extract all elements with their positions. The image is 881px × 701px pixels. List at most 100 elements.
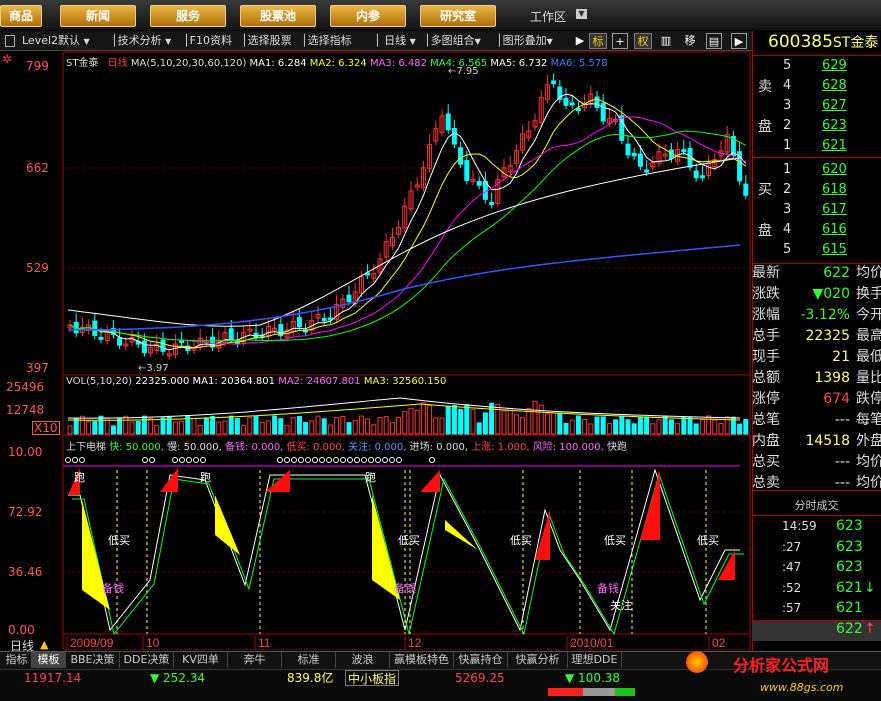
quote-label-2: 均价 (856, 454, 881, 470)
sell-price[interactable]: 623 (822, 117, 847, 135)
signal-money-label: 备钱 (394, 582, 416, 595)
volume-bar (247, 417, 253, 435)
sell-label: 卖 (758, 79, 772, 95)
candle-body (179, 340, 185, 344)
indicator-line (68, 468, 740, 632)
buy-label: 盘 (758, 223, 772, 239)
signal-marker (186, 457, 192, 463)
buy-price[interactable]: 617 (822, 201, 847, 219)
watermark-title: 分析家公式网 (733, 656, 830, 675)
indicator-tab[interactable]: BBE决策 (66, 652, 120, 668)
signal-money-label: 备钱 (102, 582, 124, 595)
volume-bar (92, 421, 98, 435)
volume-bar (420, 402, 426, 435)
signal-marker (312, 457, 318, 463)
sell-level-num: 3 (783, 98, 792, 113)
signal-zone-yellow (445, 520, 478, 550)
sell-price[interactable]: 627 (822, 97, 847, 115)
quote-value: 21 (832, 349, 850, 365)
tick-price: 623 (836, 559, 863, 575)
logo-flower-icon (686, 651, 708, 673)
quote-label-2: 跌停 (856, 391, 881, 407)
volume-bar (575, 415, 581, 435)
indicator-tab[interactable]: 赢模板特色 (390, 652, 454, 668)
volume-bar (334, 417, 340, 435)
signal-buy-label: 低买 (510, 534, 532, 547)
ma-params: MA(5,10,20,30,60,120) (130, 58, 247, 69)
sell-price[interactable]: 629 (822, 57, 847, 75)
ind-kp: 快跑 (607, 442, 628, 453)
volume-bar (563, 422, 569, 435)
volume-bar (712, 419, 718, 435)
vol-ma2: MA2: 24607.801 (278, 376, 361, 387)
ticks-title[interactable]: 分时成交 (752, 497, 881, 513)
volume-bar (284, 424, 290, 435)
tick-time: :47 (782, 560, 802, 574)
volume-bar (588, 423, 594, 435)
indicator-tab[interactable]: 标准 (282, 652, 336, 668)
indicator-tab[interactable]: 快赢分析 (508, 652, 568, 668)
quote-label-2: 今开 (856, 307, 881, 323)
quote-value: -3.12% (800, 307, 850, 323)
buy-price[interactable]: 620 (822, 161, 847, 179)
ma2-value: MA2: 6.324 (309, 58, 367, 69)
chart-stock-name: ST金泰 (66, 58, 99, 69)
quote-value: --- (834, 475, 850, 491)
buy-price[interactable]: 616 (822, 221, 847, 239)
indicator-tab[interactable]: 指标 (2, 652, 32, 668)
volume-bar (544, 413, 550, 435)
volume-bar (743, 418, 749, 435)
volume-bar (613, 419, 619, 435)
indicator-tab[interactable]: 波浪 (336, 652, 390, 668)
ind-sz: 上涨: 1.000, (471, 442, 530, 453)
signal-marker (142, 457, 148, 463)
ma-line (69, 130, 747, 342)
buy-price[interactable]: 618 (822, 181, 847, 199)
indicator-tab[interactable]: 理想DDE (568, 652, 622, 668)
volume-bar (433, 417, 439, 435)
signal-marker (326, 457, 332, 463)
sell-level-num: 2 (783, 118, 792, 133)
indicator-tab[interactable]: 奔牛 (228, 652, 282, 668)
volume-bar (222, 420, 228, 435)
board-index-name[interactable]: 中小板指 (345, 670, 400, 686)
quote-label: 涨跌 (752, 286, 780, 302)
indicator-tab[interactable]: 模板 (32, 652, 66, 668)
flat-ratio-bar (583, 688, 615, 696)
tick-price: 622 (836, 620, 863, 637)
signal-marker (200, 457, 206, 463)
divider (752, 157, 881, 158)
sell-price[interactable]: 621 (822, 137, 847, 155)
volume-bar (644, 416, 650, 435)
candle-body (228, 328, 234, 340)
indicator-tab[interactable]: DDE决策 (120, 652, 174, 668)
quote-label: 涨停 (752, 391, 780, 407)
quote-value: --- (834, 412, 850, 428)
date-axis-label: 11 (258, 636, 271, 650)
date-axis-label: 10 (146, 636, 160, 650)
sell-price[interactable]: 628 (822, 77, 847, 95)
volume-bar (625, 419, 631, 435)
volume-bar (551, 412, 557, 435)
signal-marker (429, 457, 435, 463)
volume-bar (148, 417, 154, 435)
buy-price[interactable]: 615 (822, 241, 847, 259)
signal-marker (340, 457, 346, 463)
volume-bar (458, 409, 464, 435)
volume-bar (526, 408, 532, 435)
volume-bar (309, 420, 315, 435)
kline-chart[interactable]: 2009/09 10 11 12 2010/01 02 (0, 0, 752, 650)
candle-body (141, 340, 147, 354)
vol-ma3: MA3: 32560.150 (363, 376, 447, 387)
quote-label-2: 每笔 (856, 412, 881, 428)
tick-time: 14:59 (782, 519, 817, 533)
indicator-tab[interactable]: KV四单 (174, 652, 228, 668)
quote-label-2: 均价 (856, 265, 881, 281)
index-shanghai[interactable]: 11917.14 (24, 670, 81, 686)
volume-bar (371, 424, 377, 435)
indicator-tab[interactable]: 快赢持仓 (454, 652, 508, 668)
ind-gz: 关注: 0.000, (348, 442, 407, 453)
ma6-value: MA6: 5.578 (550, 58, 608, 69)
sell-level-num: 4 (783, 78, 792, 93)
signal-zone-red (718, 550, 735, 580)
